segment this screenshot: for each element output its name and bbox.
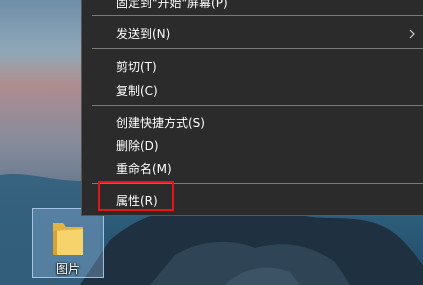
menu-item-pin-to-start[interactable]: 固定到"开始"屏幕(P)	[82, 0, 423, 15]
menu-item-label: 删除(D)	[116, 139, 159, 153]
menu-item-cut[interactable]: 剪切(T)	[82, 55, 423, 79]
menu-separator	[92, 105, 423, 106]
menu-item-create-shortcut[interactable]: 创建快捷方式(S)	[82, 111, 423, 135]
menu-separator	[92, 15, 423, 16]
menu-item-label: 创建快捷方式(S)	[116, 116, 205, 130]
desktop-icon-pictures[interactable]: 图片	[32, 208, 104, 278]
menu-item-label: 固定到"开始"屏幕(P)	[116, 0, 228, 10]
menu-item-rename[interactable]: 重命名(M)	[82, 157, 423, 181]
annotation-highlight-box	[98, 181, 174, 211]
menu-item-label: 复制(C)	[116, 84, 158, 98]
folder-icon	[53, 223, 83, 255]
menu-separator	[92, 48, 423, 49]
menu-item-label: 重命名(M)	[116, 162, 172, 176]
menu-item-send-to[interactable]: 发送到(N)	[82, 22, 423, 46]
chevron-right-icon	[409, 29, 415, 39]
menu-item-label: 剪切(T)	[116, 60, 157, 74]
menu-item-label: 发送到(N)	[116, 27, 171, 41]
menu-item-delete[interactable]: 删除(D)	[82, 134, 423, 158]
desktop-icon-label: 图片	[55, 262, 80, 276]
menu-item-copy[interactable]: 复制(C)	[82, 79, 423, 103]
